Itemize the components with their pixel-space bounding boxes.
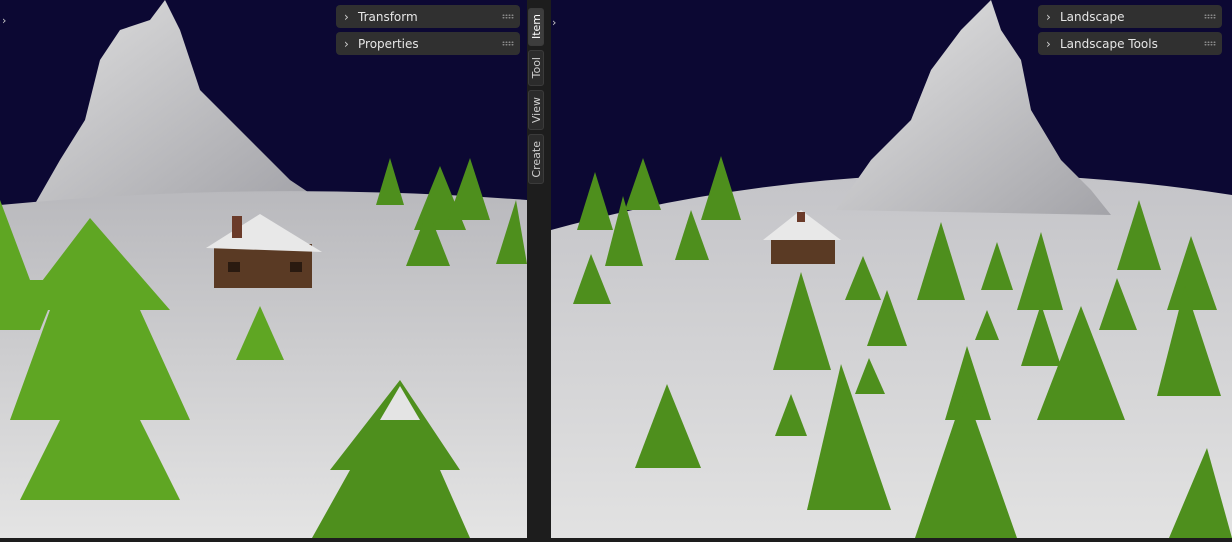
chevron-right-icon: › [344, 9, 349, 24]
panel-landscape[interactable]: › Landscape [1038, 5, 1222, 28]
tab-item[interactable]: Item [528, 8, 544, 46]
panel-label: Landscape Tools [1060, 36, 1158, 51]
sidebar-toggle-icon[interactable]: › [552, 16, 556, 29]
drag-grip-icon[interactable] [1204, 14, 1216, 19]
bottom-border [0, 538, 1232, 542]
drag-grip-icon[interactable] [502, 41, 514, 46]
tab-create[interactable]: Create [528, 134, 544, 184]
chevron-right-icon: › [1046, 36, 1051, 51]
panel-properties[interactable]: › Properties [336, 32, 520, 55]
panel-label: Landscape [1060, 9, 1125, 24]
sidebar-toggle-icon[interactable]: › [2, 14, 6, 27]
viewport-left[interactable]: › [0, 0, 527, 538]
drag-grip-icon[interactable] [502, 14, 514, 19]
panel-label: Transform [358, 9, 418, 24]
chevron-right-icon: › [344, 36, 349, 51]
chevron-right-icon: › [1046, 9, 1051, 24]
tab-tool[interactable]: Tool [528, 50, 544, 86]
drag-grip-icon[interactable] [1204, 41, 1216, 46]
scene-render-left [0, 0, 527, 538]
panel-landscape-tools[interactable]: › Landscape Tools [1038, 32, 1222, 55]
panel-transform[interactable]: › Transform [336, 5, 520, 28]
snow-ground [551, 174, 1232, 538]
panel-label: Properties [358, 36, 419, 51]
viewport-right[interactable]: › [551, 0, 1232, 538]
tab-view[interactable]: View [528, 90, 544, 130]
scene-render-right [551, 0, 1232, 538]
